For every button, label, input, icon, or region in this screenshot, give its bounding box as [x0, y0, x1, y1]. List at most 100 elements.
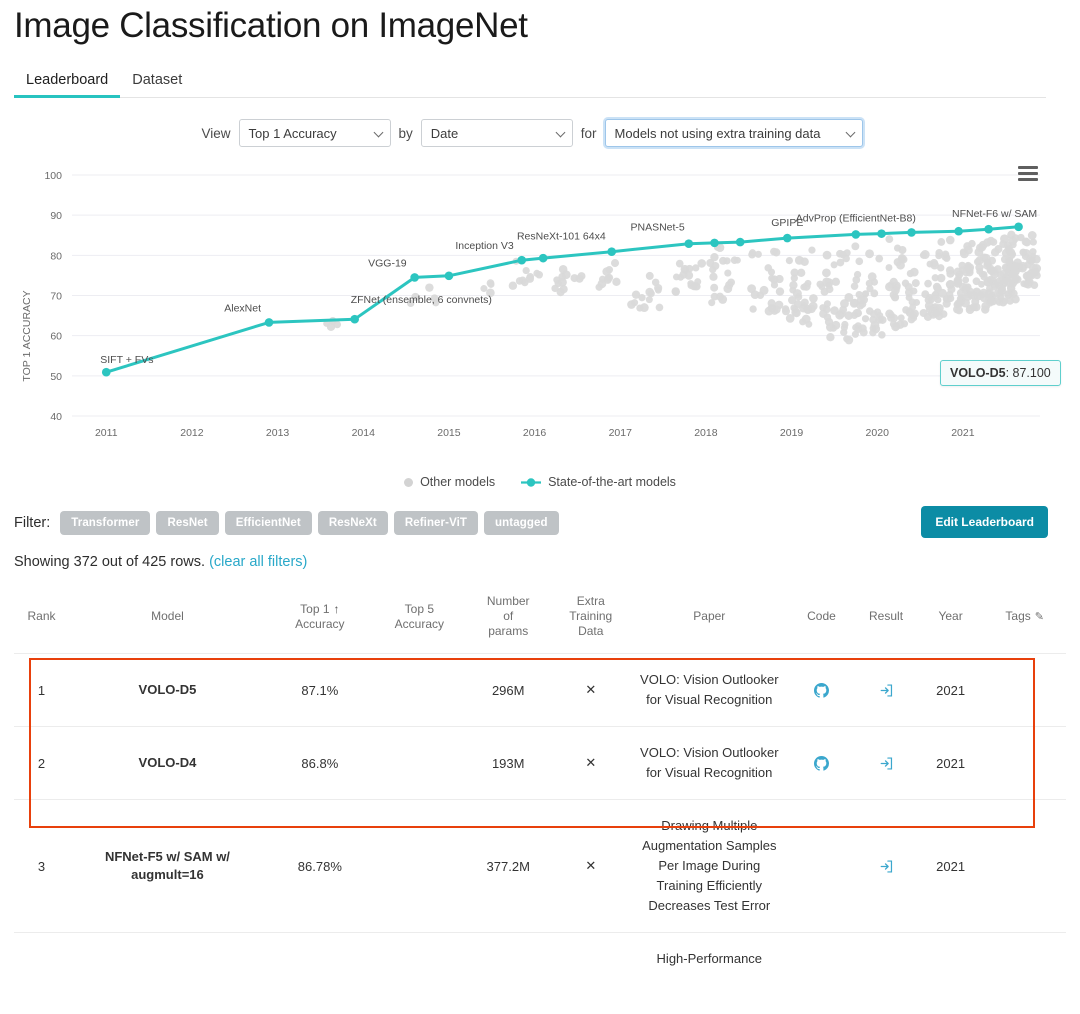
header-rank[interactable]: Rank	[14, 588, 69, 654]
cell-paper-link-1[interactable]: VOLO: Vision Outlooker for Visual Recogn…	[629, 726, 789, 800]
filter-chip-refiner-vit[interactable]: Refiner-ViT	[393, 511, 479, 535]
by-axis-select[interactable]: Date	[420, 119, 573, 147]
table-row[interactable]: 1 VOLO-D5 87.1% 296M ✕ VOLO: Vision Outlooker…	[14, 653, 1066, 727]
cell-tags-0	[983, 653, 1066, 727]
cell-top5-3	[373, 932, 465, 985]
filter-chip-transformer[interactable]: Transformer	[60, 511, 151, 535]
cell-result-3	[854, 932, 918, 985]
chevron-down-icon	[845, 127, 855, 138]
svg-text:AlexNet: AlexNet	[224, 302, 261, 314]
cell-model-0: VOLO-D5	[69, 653, 266, 727]
clear-all-filters-link[interactable]: (clear all filters)	[209, 554, 307, 570]
cell-result-1[interactable]	[854, 726, 918, 800]
cell-rank-0: 1	[14, 653, 70, 727]
header-number-of-params[interactable]: Number of params	[465, 588, 552, 654]
cell-year-3	[917, 932, 984, 985]
cell-code-3	[788, 932, 855, 985]
cell-paper-link-2[interactable]: Drawing Multiple Augmentation Samples Pe…	[629, 799, 789, 933]
for-filter-select[interactable]: Models not using extra training data	[604, 119, 863, 147]
cell-params-2: 377.2M	[464, 799, 552, 933]
filter-chip-resnet[interactable]: ResNet	[156, 511, 219, 535]
cell-extra-training-data-2: ✕	[551, 799, 630, 933]
header-extra-line2: Training	[569, 609, 613, 623]
cell-model-2: NFNet-F5 w/ SAM w/ augmult=16	[69, 799, 266, 933]
cell-top1-1: 86.8%	[265, 726, 374, 800]
chevron-down-icon	[555, 127, 566, 138]
table-row[interactable]: High-Performance	[14, 932, 1066, 985]
cell-extra-training-data-3	[551, 932, 630, 985]
tab-dataset[interactable]: Dataset	[120, 72, 194, 97]
tooltip-value: 87.100	[1012, 366, 1051, 380]
cell-code-1[interactable]	[788, 726, 855, 800]
svg-text:2016: 2016	[523, 427, 547, 439]
for-label: for	[580, 125, 597, 141]
sort-ascending-icon: ↑	[333, 601, 340, 616]
cell-params-1: 193M	[464, 726, 552, 800]
edit-icon[interactable]: ✎	[1035, 611, 1044, 623]
x-axis-ticks: 2011 2012 2013 2014 2015 2016 2017 2018 2019 2020…	[95, 427, 975, 439]
svg-text:ZFNet (ensemble, 6 convnets): ZFNet (ensemble, 6 convnets)	[351, 294, 492, 306]
cell-result-2[interactable]	[854, 799, 918, 933]
header-result[interactable]: Result	[854, 588, 918, 654]
cell-tags-1	[983, 726, 1066, 800]
header-paper[interactable]: Paper	[630, 588, 789, 654]
cell-code-0[interactable]	[788, 653, 855, 727]
header-top1-accuracy[interactable]: Top 1 ↑ Accuracy	[266, 588, 374, 654]
svg-text:2019: 2019	[780, 427, 804, 439]
tooltip-separator: :	[1005, 366, 1013, 380]
cell-top1-0: 87.1%	[265, 653, 374, 727]
chart-tooltip: VOLO-D5: 87.100	[940, 360, 1061, 386]
cell-tags-2	[983, 799, 1066, 933]
other-models-scatter	[323, 230, 1042, 345]
for-filter-value: Models not using extra training data	[614, 125, 821, 141]
edit-leaderboard-button[interactable]: Edit Leaderboard	[921, 506, 1048, 538]
cell-paper-link-0[interactable]: VOLO: Vision Outlooker for Visual Recogn…	[629, 653, 789, 727]
svg-text:50: 50	[50, 371, 62, 383]
table-body: 1 VOLO-D5 87.1% 296M ✕ VOLO: Vision Outlooker…	[14, 653, 1066, 985]
chart-menu-icon[interactable]	[1018, 166, 1038, 181]
filter-chip-untagged[interactable]: untagged	[484, 511, 559, 535]
header-tags[interactable]: Tags ✎	[983, 588, 1066, 654]
cell-code-2	[788, 799, 855, 933]
header-params-line1: Number	[486, 594, 530, 608]
svg-text:2012: 2012	[180, 427, 204, 439]
cell-top1-2: 86.78%	[265, 799, 374, 933]
svg-text:VGG-19: VGG-19	[368, 257, 407, 269]
cell-extra-training-data-1: ✕	[551, 726, 630, 800]
leaderboard-table: Rank Model Top 1 ↑ Accuracy Top 5 Accurac…	[14, 588, 1066, 985]
svg-text:90: 90	[50, 210, 62, 222]
showing-rows-text: Showing 372 out of 425 rows.	[14, 554, 206, 570]
tab-leaderboard[interactable]: Leaderboard	[14, 72, 121, 98]
sota-series	[101, 222, 1023, 377]
cell-result-0[interactable]	[854, 653, 918, 727]
cell-top5-1	[373, 726, 465, 800]
header-top5-accuracy[interactable]: Top 5 Accuracy	[374, 588, 465, 654]
header-extra-training-data[interactable]: Extra Training Data	[552, 588, 630, 654]
svg-text:100: 100	[44, 170, 62, 182]
header-top5-line2: Accuracy	[394, 616, 444, 631]
cell-params-0: 296M	[464, 653, 552, 727]
header-model[interactable]: Model	[69, 588, 266, 654]
y-axis-ticks: 40 50 60 70 80 90 100	[44, 170, 62, 423]
svg-text:Inception V3: Inception V3	[455, 240, 514, 252]
filter-chip-efficientnet[interactable]: EfficientNet	[224, 511, 312, 535]
svg-text:2018: 2018	[694, 427, 718, 439]
view-metric-select[interactable]: Top 1 Accuracy	[238, 119, 391, 147]
svg-text:SIFT + FVs: SIFT + FVs	[100, 354, 153, 366]
header-code[interactable]: Code	[789, 588, 855, 654]
svg-text:NFNet-F6 w/ SAM: NFNet-F6 w/ SAM	[952, 208, 1037, 220]
header-tags-label: Tags	[1005, 608, 1031, 623]
header-year[interactable]: Year	[918, 588, 984, 654]
svg-text:60: 60	[50, 331, 62, 343]
view-metric-value: Top 1 Accuracy	[248, 125, 337, 141]
svg-text:2020: 2020	[866, 427, 890, 439]
table-row[interactable]: 3 NFNet-F5 w/ SAM w/ augmult=16 86.78% 377.…	[14, 799, 1066, 933]
header-params-line2: of	[503, 609, 514, 623]
svg-text:2017: 2017	[609, 427, 633, 439]
accuracy-over-time-chart[interactable]: 40 50 60 70 80 90 100 2011 2012 2013 2014 2015 2016…	[0, 161, 1080, 481]
cell-rank-1: 2	[14, 726, 70, 800]
table-row[interactable]: 2 VOLO-D4 86.8% 193M ✕ VOLO: Vision Outlooker…	[14, 726, 1066, 800]
filter-label: Filter:	[14, 515, 51, 531]
filter-chip-resnext[interactable]: ResNeXt	[317, 511, 388, 535]
cell-paper-link-3[interactable]: High-Performance	[629, 932, 789, 985]
